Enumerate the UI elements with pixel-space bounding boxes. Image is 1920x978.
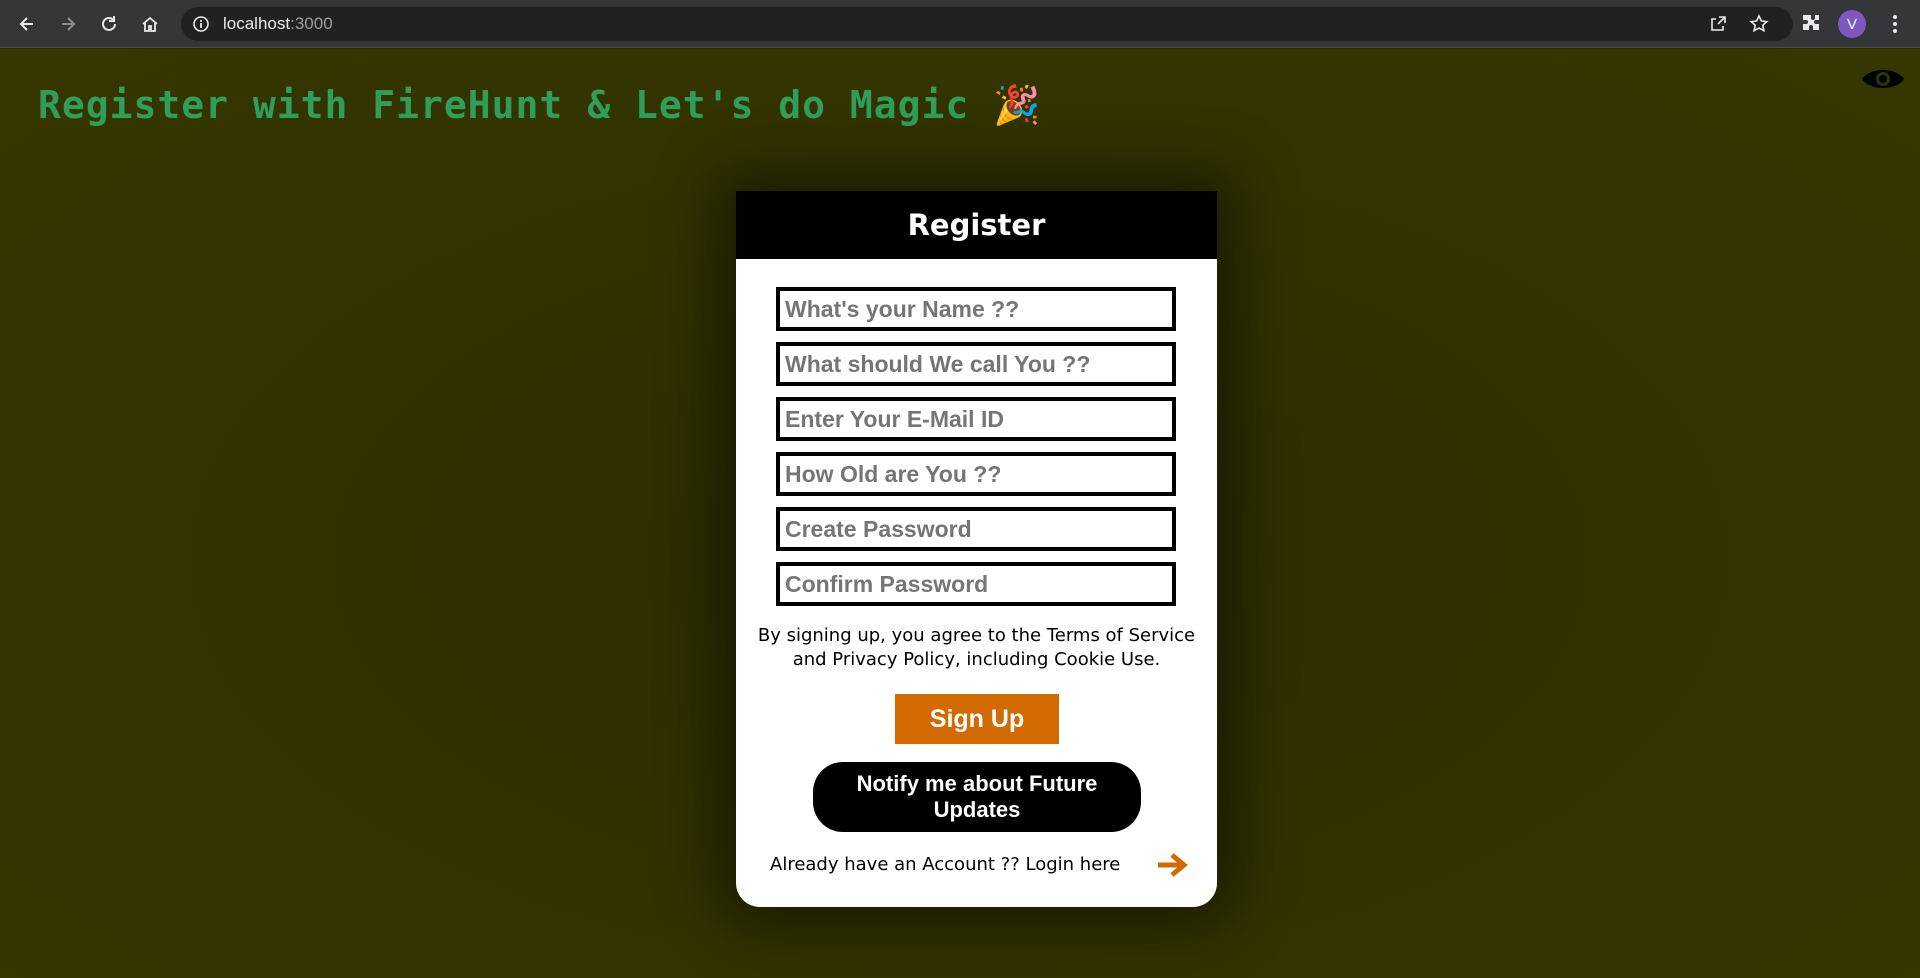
home-icon	[142, 16, 158, 32]
register-card: Register By signing up, you agree to the…	[736, 191, 1217, 907]
register-form	[776, 287, 1176, 617]
url-port: :3000	[290, 14, 333, 33]
age-input[interactable]	[776, 452, 1176, 496]
star-icon[interactable]	[1749, 14, 1769, 34]
url-text: localhost:3000	[223, 14, 333, 34]
notify-button[interactable]: Notify me about Future Updates	[813, 762, 1141, 832]
profile-avatar[interactable]: V	[1838, 10, 1866, 38]
signup-button[interactable]: Sign Up	[895, 694, 1059, 744]
browser-toolbar: localhost:3000 V	[0, 0, 1920, 48]
confirm-password-input[interactable]	[776, 562, 1176, 606]
extensions-icon[interactable]	[1798, 12, 1822, 36]
card-header: Register	[736, 191, 1217, 259]
address-bar[interactable]: localhost:3000	[181, 7, 1793, 41]
share-icon[interactable]	[1708, 14, 1728, 34]
reload-icon	[102, 16, 116, 31]
page-title-text: Register with FireHunt & Let's do Magic	[38, 83, 970, 127]
eye-icon[interactable]	[1860, 65, 1906, 93]
forward-button[interactable]	[52, 8, 84, 40]
terms-line-1: By signing up, you agree to the Terms of…	[757, 625, 1196, 646]
arrow-right-icon[interactable]	[1156, 852, 1188, 878]
url-host: localhost	[223, 14, 291, 33]
email-input[interactable]	[776, 397, 1176, 441]
home-button[interactable]	[134, 8, 166, 40]
back-icon	[19, 17, 33, 31]
nickname-input[interactable]	[776, 342, 1176, 386]
card-title: Register	[907, 208, 1046, 242]
back-button[interactable]	[11, 8, 43, 40]
terms-text: By signing up, you agree to the Terms of…	[736, 624, 1217, 672]
name-input[interactable]	[776, 287, 1176, 331]
login-row: Already have an Account ?? Login here	[770, 849, 1190, 879]
info-icon[interactable]	[191, 14, 211, 34]
terms-line-2: and Privacy Policy, including Cookie Use…	[792, 649, 1161, 670]
page-title: Register with FireHunt & Let's do Magic …	[38, 83, 1041, 128]
password-input[interactable]	[776, 507, 1176, 551]
menu-icon[interactable]	[1883, 12, 1907, 36]
forward-icon	[62, 17, 76, 31]
login-link[interactable]: Already have an Account ?? Login here	[770, 854, 1120, 875]
reload-button[interactable]	[93, 8, 125, 40]
page-content: Register with FireHunt & Let's do Magic …	[0, 49, 1920, 978]
party-popper-icon: 🎉	[993, 83, 1042, 127]
